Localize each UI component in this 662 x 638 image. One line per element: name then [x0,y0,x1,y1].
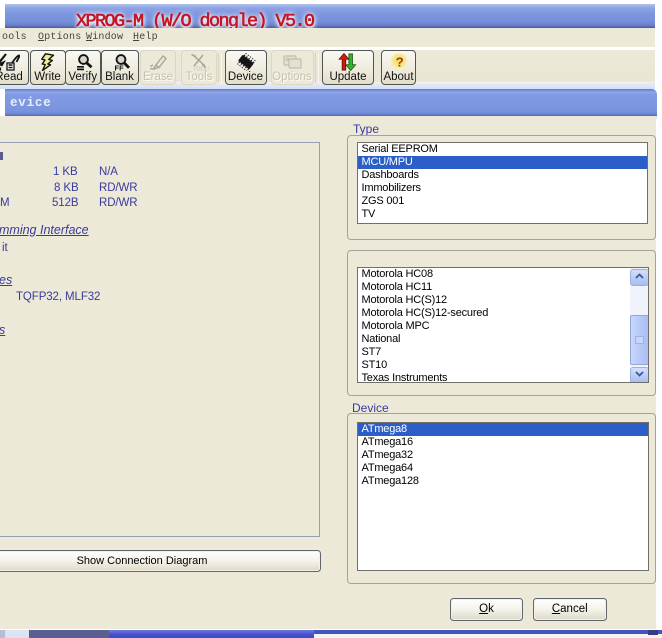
svg-text:FF: FF [114,64,124,72]
svg-text:?: ? [395,55,403,70]
